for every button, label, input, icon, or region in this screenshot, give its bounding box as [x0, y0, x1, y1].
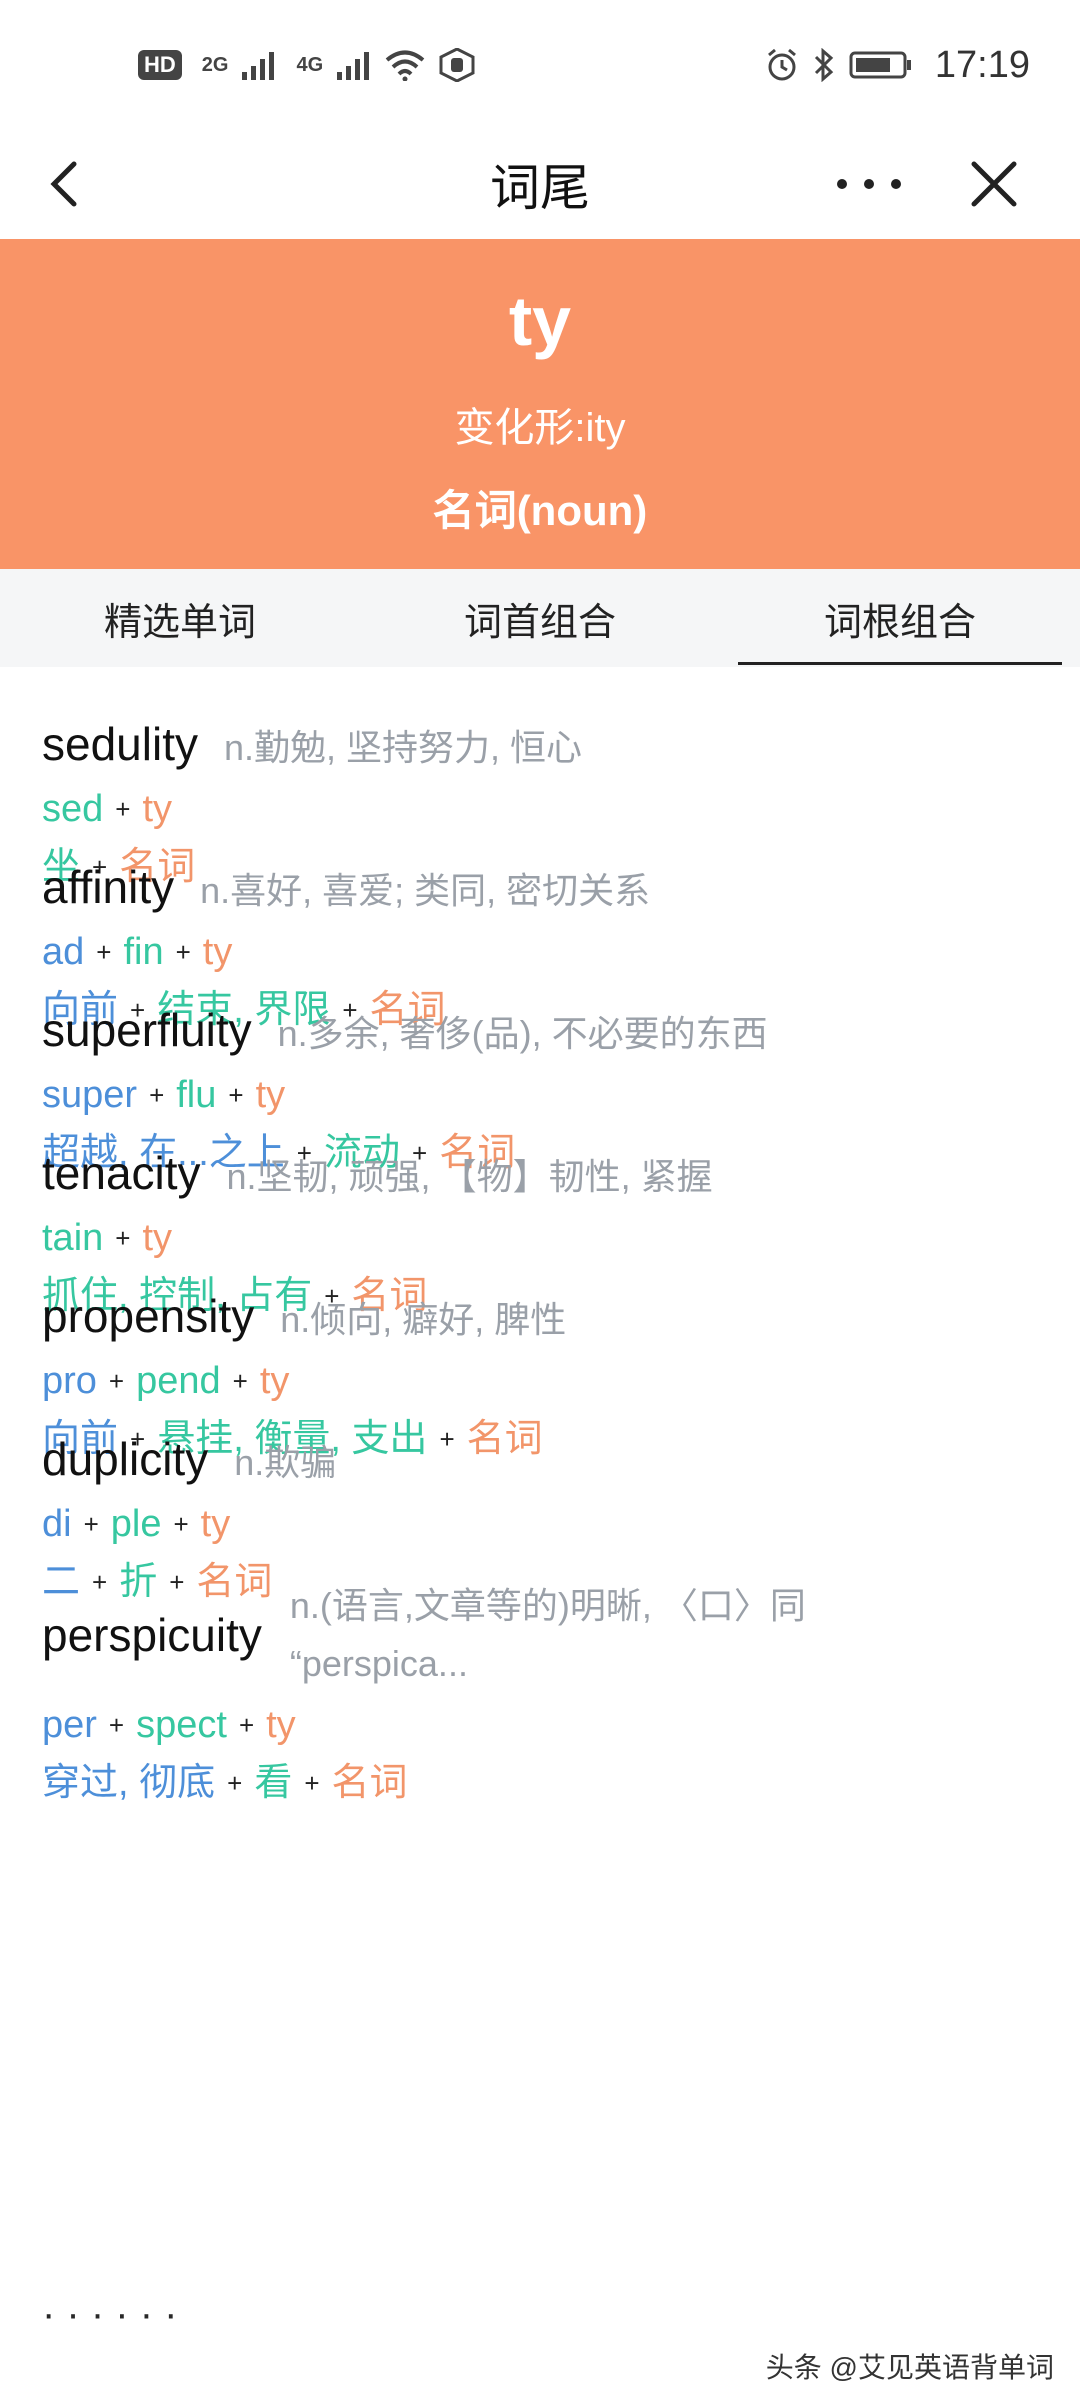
plus-sign: +: [115, 793, 131, 824]
morpheme-row: per + spect + ty: [42, 1699, 1052, 1751]
tab-featured-words[interactable]: 精选单词: [0, 569, 360, 667]
morpheme-root: pend: [136, 1360, 221, 1402]
morpheme-root: spect: [136, 1704, 227, 1746]
list-item[interactable]: perspicuity n.(语言,文章等的)明晰, 〈口〉同 “perspica…: [42, 1577, 1052, 1809]
plus-sign: +: [227, 1767, 243, 1798]
plus-sign: +: [108, 1365, 125, 1396]
word-line: affinity n.喜好, 喜爱; 类同, 密切关系: [42, 860, 1052, 920]
plus-sign: +: [238, 1709, 255, 1740]
word-headword: sedulity: [42, 718, 198, 770]
plus-sign: +: [228, 1079, 244, 1110]
sim1-label: 2G: [201, 53, 229, 76]
morpheme-prefix: di: [42, 1503, 72, 1545]
hand-icon: [439, 48, 475, 82]
gloss-suffix: 名词: [331, 1762, 408, 1804]
status-left: HD 2G 4G: [138, 48, 475, 82]
status-bar: HD 2G 4G 17:19: [0, 0, 1080, 130]
morpheme-row: tain + ty: [42, 1212, 1052, 1264]
tab-root-combos[interactable]: 词根组合: [720, 569, 1080, 667]
watermark: 头条 @艾见英语背单词: [765, 2352, 1054, 2383]
morpheme-suffix: ty: [200, 1503, 231, 1545]
morpheme-root: fin: [123, 931, 164, 973]
morpheme-row: pro + pend + ty: [42, 1355, 1052, 1407]
plus-sign: +: [149, 1079, 165, 1110]
plus-sign: +: [232, 1365, 248, 1396]
morpheme-root: ple: [110, 1503, 162, 1545]
word-headword: propensity: [42, 1290, 255, 1342]
morpheme-row: super + flu + ty: [42, 1069, 1052, 1121]
suffix-variant: 变化形:ity: [454, 406, 626, 450]
word-line: duplicity n.欺骗: [42, 1432, 1052, 1492]
more-icon[interactable]: [826, 152, 912, 216]
nav-bar: 词尾: [0, 130, 1080, 238]
morpheme-suffix: ty: [202, 931, 233, 973]
word-list: sedulity n.勤勉, 坚持努力, 恒心 sed + ty 坐 + 名词 affinity…: [0, 667, 1080, 2400]
word-line: tenacity n.坚韧, 顽强, 【物】韧性, 紧握: [42, 1146, 1052, 1206]
hd-badge: HD: [138, 50, 182, 80]
signal-icon: [242, 52, 275, 80]
morpheme-suffix: ty: [142, 788, 173, 830]
word-headword: perspicuity: [42, 1609, 262, 1661]
suffix-header: ty 变化形:ity 名词(noun): [0, 239, 1080, 569]
close-icon[interactable]: [962, 152, 1026, 216]
word-headword: tenacity: [42, 1147, 201, 1199]
tab-prefix-combos[interactable]: 词首组合: [360, 569, 720, 667]
tab-bar: 精选单词 词首组合 词根组合: [0, 569, 1080, 667]
morpheme-suffix: ty: [142, 1217, 173, 1259]
part-of-speech: 名词(noun): [432, 487, 648, 534]
morpheme-row: sed + ty: [42, 783, 1052, 835]
plus-sign: +: [83, 1508, 99, 1539]
gloss-prefix: 穿过, 彻底: [42, 1762, 216, 1804]
word-headword: superfluity: [42, 1004, 252, 1056]
alarm-icon: [767, 48, 796, 81]
word-line: sedulity n.勤勉, 坚持努力, 恒心: [42, 717, 1052, 777]
plus-sign: +: [115, 1222, 131, 1253]
signal-icon: [337, 52, 370, 80]
sim2-label: 4G: [296, 53, 324, 76]
word-meaning: n.坚韧, 顽强, 【物】韧性, 紧握: [226, 1156, 713, 1197]
word-meaning: n.勤勉, 坚持努力, 恒心: [223, 727, 583, 768]
word-meaning: n.倾向, 癖好, 脾性: [280, 1299, 567, 1340]
word-line: superfluity n.多余, 奢侈(品), 不必要的东西: [42, 1003, 1052, 1063]
plus-sign: +: [175, 936, 191, 967]
morpheme-row: ad + fin + ty: [42, 926, 1052, 978]
wifi-icon: [385, 50, 425, 81]
morpheme-root: sed: [42, 788, 104, 830]
word-line: perspicuity n.(语言,文章等的)明晰, 〈口〉同 “perspica…: [42, 1577, 1052, 1693]
gloss-row: 穿过, 彻底 + 看 + 名词: [42, 1757, 1052, 1809]
word-headword: duplicity: [42, 1433, 209, 1485]
morpheme-row: di + ple + ty: [42, 1498, 1052, 1550]
bluetooth-icon: [814, 48, 834, 82]
morpheme-suffix: ty: [259, 1360, 290, 1402]
back-icon[interactable]: [36, 152, 100, 216]
clock-time: 17:19: [934, 43, 1030, 86]
morpheme-prefix: ad: [42, 931, 85, 973]
word-meaning: n.喜好, 喜爱; 类同, 密切关系: [200, 870, 651, 911]
gloss-root: 看: [254, 1762, 293, 1804]
word-meaning: n.多余, 奢侈(品), 不必要的东西: [277, 1013, 768, 1054]
word-meaning: n.欺骗: [234, 1442, 337, 1483]
morpheme-suffix: ty: [266, 1704, 296, 1746]
battery-icon: [849, 51, 911, 79]
morpheme-prefix: super: [42, 1074, 138, 1116]
morpheme-prefix: per: [42, 1704, 97, 1746]
plus-sign: +: [304, 1767, 320, 1798]
suffix-word: ty: [508, 282, 572, 360]
plus-sign: +: [96, 936, 112, 967]
plus-sign: +: [108, 1709, 125, 1740]
word-headword: affinity: [42, 861, 175, 913]
morpheme-root: tain: [42, 1217, 104, 1259]
page-title: 词尾: [490, 160, 590, 216]
plus-sign: +: [173, 1508, 189, 1539]
morpheme-prefix: pro: [42, 1360, 97, 1402]
partial-list-item: · · · · · ·: [42, 2292, 178, 2336]
word-meaning: n.(语言,文章等的)明晰, 〈口〉同 “perspica...: [289, 1585, 806, 1684]
morpheme-root: flu: [176, 1074, 217, 1116]
status-right: 17:19: [765, 44, 1030, 87]
morpheme-suffix: ty: [255, 1074, 286, 1116]
word-line: propensity n.倾向, 癖好, 脾性: [42, 1289, 1052, 1349]
